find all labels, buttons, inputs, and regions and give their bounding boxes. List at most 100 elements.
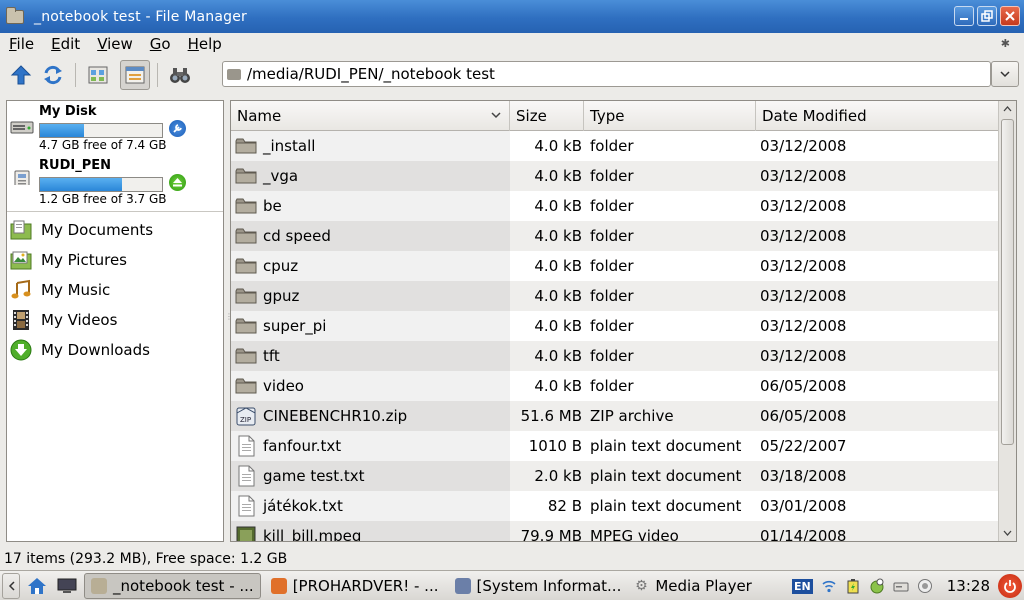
column-header-size[interactable]: Size — [510, 101, 584, 131]
minimize-icon — [960, 18, 968, 20]
place-my-documents[interactable]: My Documents — [7, 215, 223, 245]
file-row[interactable]: játékok.txt 82 B plain text document 03/01/… — [231, 491, 999, 521]
refresh-icon — [44, 65, 62, 85]
file-date-modified: 03/01/2008 — [760, 497, 847, 515]
toolbar: /media/RUDI_PEN/_notebook test — [0, 56, 1024, 94]
menu-help[interactable]: Help — [188, 35, 222, 53]
title-bar[interactable]: _notebook test - File Manager — [0, 0, 1024, 33]
folder-icon — [235, 347, 257, 365]
file-row[interactable]: gpuz 4.0 kB folder 03/12/2008 — [231, 281, 999, 311]
file-row[interactable]: cpuz 4.0 kB folder 03/12/2008 — [231, 251, 999, 281]
find-button[interactable] — [165, 60, 195, 90]
pane-splitter-handle[interactable]: ⋮ — [225, 312, 233, 326]
file-row[interactable]: kill_bill.mpeg 79.9 MB MPEG video 01/14/200… — [231, 521, 999, 542]
vertical-scrollbar[interactable] — [998, 101, 1016, 541]
battery-icon[interactable] — [845, 578, 861, 594]
place-my-music[interactable]: My Music — [7, 275, 223, 305]
eject-icon[interactable] — [169, 174, 186, 191]
close-button[interactable] — [1000, 6, 1020, 26]
clock[interactable]: 13:28 — [947, 577, 990, 595]
scroll-down-button[interactable] — [999, 525, 1016, 541]
device-rudi-pen[interactable]: RUDI_PEN 1.2 GB free of 3.7 GB — [7, 155, 223, 209]
file-type: plain text document — [590, 437, 742, 455]
scrollbar-thumb[interactable] — [1001, 119, 1014, 445]
taskbar-task[interactable]: [System Informat... — [449, 573, 628, 599]
file-date-modified: 06/05/2008 — [760, 377, 847, 395]
menu-go[interactable]: Go — [150, 35, 171, 53]
file-size: 4.0 kB — [534, 197, 582, 215]
menu-view[interactable]: View — [97, 35, 133, 53]
place-my-videos[interactable]: My Videos — [7, 305, 223, 335]
wifi-icon[interactable] — [821, 578, 837, 594]
folder-icon — [227, 68, 241, 80]
scroll-up-button[interactable] — [999, 101, 1016, 117]
file-name: cd speed — [263, 227, 331, 245]
hard-disk-icon — [10, 121, 34, 134]
chevron-down-icon — [1000, 71, 1010, 78]
file-name-cell: kill_bill.mpeg — [231, 521, 510, 541]
file-size: 79.9 MB — [520, 527, 582, 542]
place-my-pictures[interactable]: My Pictures — [7, 245, 223, 275]
volume-icon[interactable] — [917, 578, 933, 594]
column-header-date-modified[interactable]: Date Modified — [756, 101, 999, 131]
file-name: _vga — [263, 167, 299, 185]
maximize-button[interactable] — [977, 6, 997, 26]
task-label: [PROHARDVER! - ... — [292, 576, 439, 595]
device-usage-bar — [39, 123, 163, 138]
file-list: Name Size Type Date Modified _install 4.0… — [230, 100, 1017, 542]
address-bar[interactable]: /media/RUDI_PEN/_notebook test — [222, 61, 991, 87]
desktop-icon — [57, 578, 77, 593]
detail-view-button[interactable] — [120, 60, 150, 90]
reload-button[interactable] — [38, 60, 68, 90]
file-type: plain text document — [590, 497, 742, 515]
file-row[interactable]: fanfour.txt 1010 B plain text document 05/2… — [231, 431, 999, 461]
file-row[interactable]: _vga 4.0 kB folder 03/12/2008 — [231, 161, 999, 191]
file-row[interactable]: _install 4.0 kB folder 03/12/2008 — [231, 131, 999, 161]
menu-edit[interactable]: Edit — [51, 35, 80, 53]
taskbar-task[interactable]: [PROHARDVER! - ... — [265, 573, 445, 599]
column-header-name[interactable]: Name — [231, 101, 510, 131]
show-desktop-launcher[interactable] — [54, 573, 80, 599]
go-up-button[interactable] — [6, 60, 36, 90]
window-controls — [954, 6, 1020, 26]
file-row[interactable]: be 4.0 kB folder 03/12/2008 — [231, 191, 999, 221]
taskbar-task[interactable]: ⚙ Media Player — [627, 573, 758, 599]
file-size: 2.0 kB — [534, 467, 582, 485]
power-icon[interactable] — [998, 574, 1022, 598]
file-type: folder — [590, 377, 634, 395]
keyboard-layout-indicator[interactable]: EN — [792, 578, 813, 594]
file-type: ZIP archive — [590, 407, 674, 425]
network-manager-icon[interactable] — [869, 578, 885, 594]
file-row[interactable]: video 4.0 kB folder 06/05/2008 — [231, 371, 999, 401]
file-row[interactable]: ZIP CINEBENCHR10.zip 51.6 MB ZIP archive 06/… — [231, 401, 999, 431]
chevron-left-icon — [8, 580, 15, 591]
chevron-up-icon — [1003, 106, 1012, 112]
restore-icon — [981, 10, 993, 22]
file-date-modified: 03/12/2008 — [760, 167, 847, 185]
file-date-modified: 03/12/2008 — [760, 197, 847, 215]
drive-icon[interactable] — [893, 578, 909, 594]
minimize-button[interactable] — [954, 6, 974, 26]
file-row[interactable]: cd speed 4.0 kB folder 03/12/2008 — [231, 221, 999, 251]
address-dropdown-button[interactable] — [991, 61, 1019, 87]
taskbar-collapse-button[interactable] — [2, 572, 20, 599]
column-header-type[interactable]: Type — [584, 101, 756, 131]
wrench-icon[interactable] — [169, 120, 186, 137]
file-type: folder — [590, 227, 634, 245]
videos-icon — [9, 308, 33, 332]
home-launcher[interactable] — [24, 573, 50, 599]
file-date-modified: 03/12/2008 — [760, 287, 847, 305]
system-info-icon — [454, 577, 471, 594]
device-my-disk[interactable]: My Disk 4.7 GB free of 7.4 GB — [7, 101, 223, 155]
file-row[interactable]: tft 4.0 kB folder 03/12/2008 — [231, 341, 999, 371]
taskbar-task[interactable]: _notebook test - ... — [84, 572, 261, 599]
file-row[interactable]: game test.txt 2.0 kB plain text document 03… — [231, 461, 999, 491]
place-my-downloads[interactable]: My Downloads — [7, 335, 223, 365]
folder-icon — [235, 167, 257, 185]
menu-file[interactable]: File — [9, 35, 34, 53]
file-size: 4.0 kB — [534, 377, 582, 395]
icon-view-button[interactable] — [83, 60, 113, 90]
file-row[interactable]: super_pi 4.0 kB folder 03/12/2008 — [231, 311, 999, 341]
file-name: super_pi — [263, 317, 327, 335]
task-label: Media Player — [655, 576, 752, 595]
